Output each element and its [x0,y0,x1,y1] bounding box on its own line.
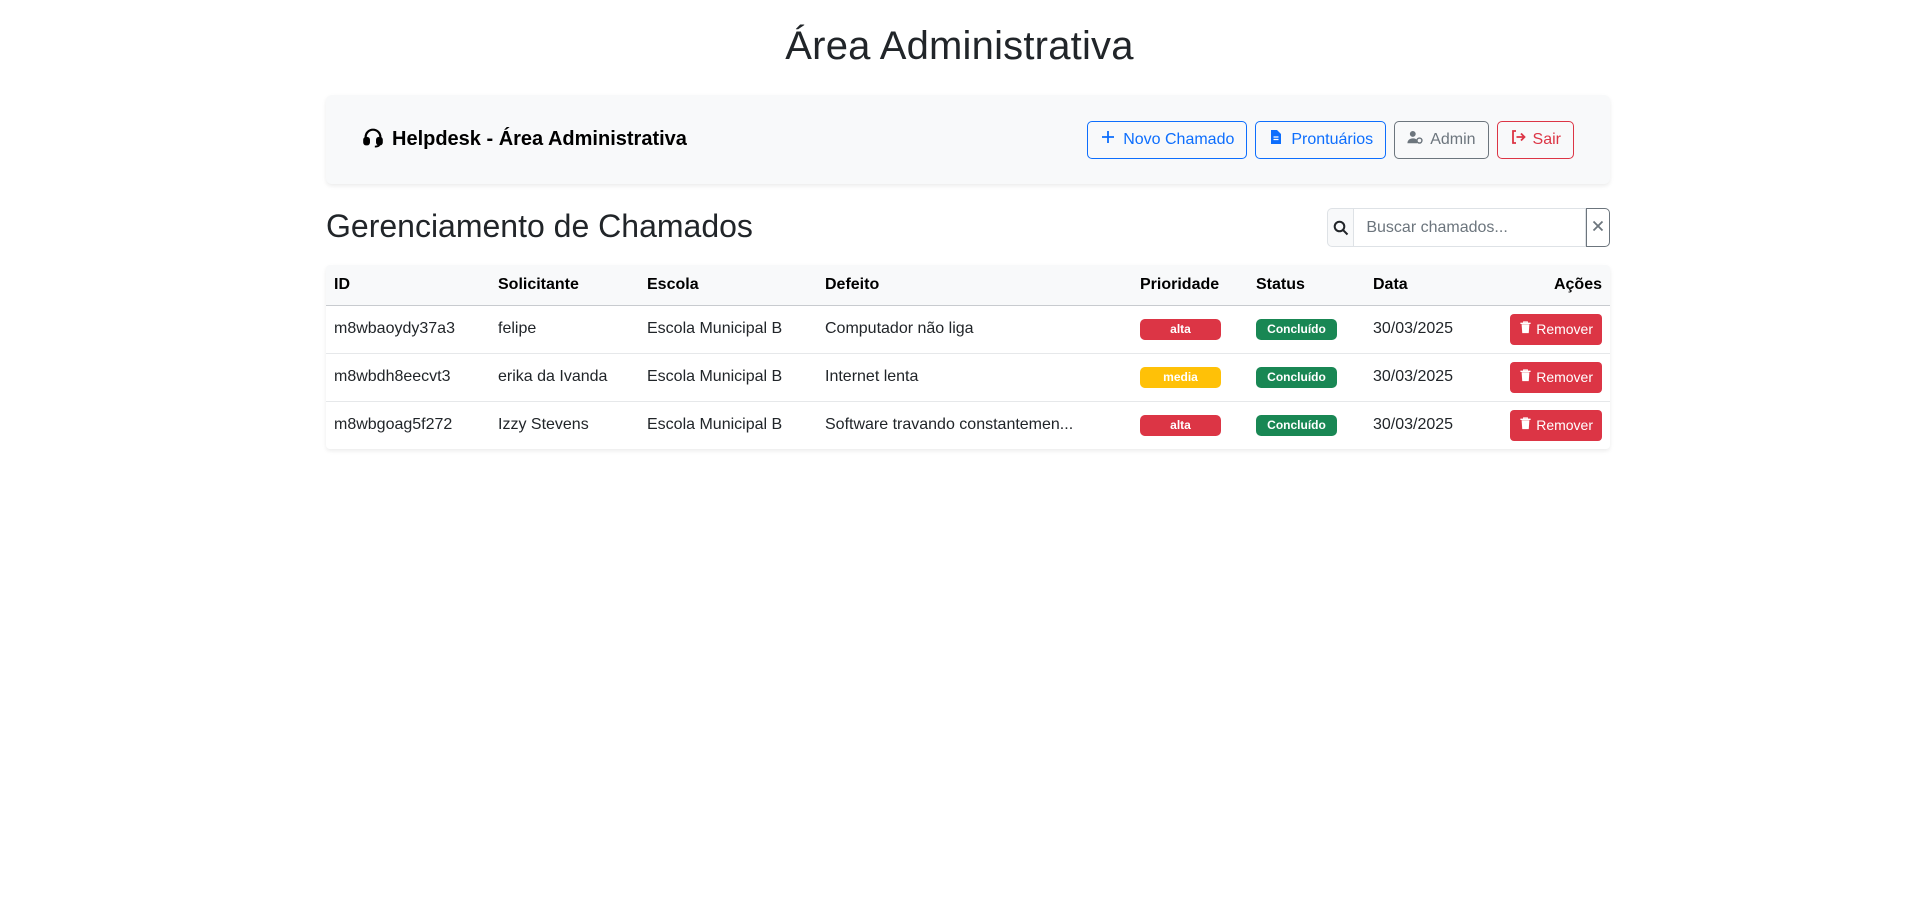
cell-defeito: Computador não liga [817,305,1132,354]
column-header-id: ID [326,265,490,306]
cell-escola: Escola Municipal B [647,416,783,434]
navbar-brand-label: Helpdesk - Área Administrativa [392,128,687,150]
cell-id: m8wbaoydy37a3 [326,305,490,354]
column-header-acoes: Ações [1470,265,1610,306]
records-button[interactable]: Prontuários [1255,120,1387,159]
column-header-status: Status [1248,265,1365,306]
navbar-actions: Novo Chamado Prontuários Admin Sair [1087,120,1574,159]
cell-acoes: Remover [1470,305,1610,354]
search-input[interactable] [1353,208,1587,247]
admin-label: Admin [1430,130,1476,148]
logout-label: Sair [1532,130,1561,148]
tickets-table: ID Solicitante Escola Defeito Prioridade… [326,265,1610,449]
search-icon [1327,208,1354,247]
tickets-table-container: ID Solicitante Escola Defeito Prioridade… [326,265,1610,449]
plus-icon [1100,129,1116,150]
cell-escola: Escola Municipal B [639,305,817,354]
remove-button[interactable]: Remover [1510,361,1602,393]
cell-prioridade: alta [1132,401,1248,449]
table-row: m8wbdh8eecvt3 erika da Ivanda Escola Mun… [326,353,1610,402]
remove-label: Remover [1536,321,1593,337]
cell-data: 30/03/2025 [1365,353,1470,402]
navbar: Helpdesk - Área Administrativa Novo Cham… [326,95,1610,184]
remove-button[interactable]: Remover [1510,313,1602,345]
cell-solicitante: felipe [490,305,639,354]
priority-badge: alta [1140,318,1221,340]
status-badge: Concluído [1256,414,1337,436]
headset-icon [362,126,384,154]
cell-data: 30/03/2025 [1365,305,1470,354]
cell-escola: Escola Municipal B [639,353,817,402]
column-header-escola: Escola [639,265,817,306]
remove-label: Remover [1536,369,1593,385]
trash-icon [1519,321,1532,337]
cell-id: m8wbdh8eecvt3 [326,353,490,402]
admin-button[interactable]: Admin [1394,120,1489,159]
cell-status: Concluído [1248,305,1365,354]
logout-button[interactable]: Sair [1496,120,1574,159]
cell-acoes: Remover [1470,401,1610,449]
new-ticket-button[interactable]: Novo Chamado [1087,120,1248,159]
trash-icon [1519,369,1532,385]
trash-icon [1519,417,1532,433]
navbar-brand[interactable]: Helpdesk - Área Administrativa [362,126,687,154]
close-icon [1592,220,1604,235]
file-icon [1268,129,1284,150]
column-header-data: Data [1365,265,1470,306]
records-label: Prontuários [1291,130,1374,148]
clear-search-button[interactable] [1586,208,1610,247]
column-header-solicitante: Solicitante [490,265,639,306]
priority-badge: alta [1140,414,1221,436]
cell-data: 30/03/2025 [1373,416,1454,434]
column-header-defeito: Defeito [817,265,1132,306]
status-badge: Concluído [1256,318,1337,340]
column-header-prioridade: Prioridade [1132,265,1248,306]
cell-prioridade: alta [1132,305,1248,354]
status-badge: Concluído [1256,366,1337,388]
priority-badge: media [1140,366,1221,388]
table-header-row: ID Solicitante Escola Defeito Prioridade… [326,265,1610,306]
cell-solicitante: Izzy Stevens [498,416,589,434]
section-title: Gerenciamento de Chamados [326,208,753,244]
remove-label: Remover [1536,417,1593,434]
cell-status: Concluído [1248,353,1365,402]
new-ticket-label: Novo Chamado [1123,130,1235,148]
cell-solicitante: erika da Ivanda [490,353,639,402]
cell-acoes: Remover [1470,353,1610,402]
cell-prioridade: media [1132,353,1248,402]
sign-out-icon [1510,129,1526,150]
cell-id: m8wbgoag5f272 [334,416,453,434]
remove-button[interactable]: Remover [1510,409,1602,441]
user-gear-icon [1407,129,1423,150]
search-group [1327,208,1610,247]
table-row: m8wbgoag5f272 Izzy Stevens Escola Munici… [326,401,1610,449]
page-title: Área Administrativa [785,24,1134,68]
cell-defeito: Internet lenta [817,353,1132,402]
table-row: m8wbaoydy37a3 felipe Escola Municipal B … [326,305,1610,354]
cell-status: Concluído [1248,401,1365,449]
cell-defeito: Software travando constantemen... [825,416,1074,434]
